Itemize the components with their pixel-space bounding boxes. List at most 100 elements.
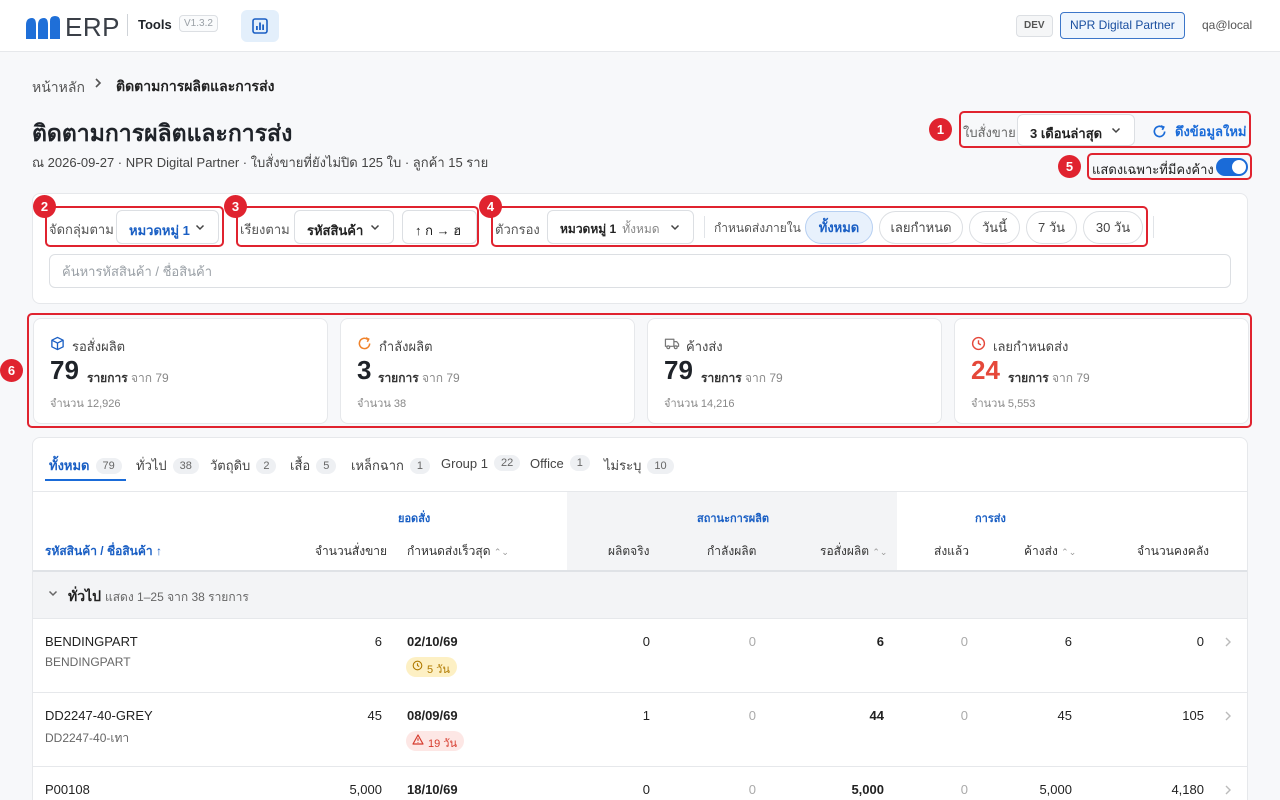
stat-unit-label: รายการ xyxy=(378,371,419,385)
due-chip-7days[interactable]: 7 วัน xyxy=(1026,211,1077,244)
stat-of: จาก 79 xyxy=(745,371,783,385)
product-name: DD2247-40-เทา xyxy=(45,731,130,745)
pending-only-label: แสดงเฉพาะที่มีคงค้าง xyxy=(1092,162,1214,177)
column-header-order-qty: จำนวนสั่งขาย xyxy=(315,544,388,558)
column-label: กำหนดส่งเร็วสุด xyxy=(407,544,491,558)
annotation-marker-1: 1 xyxy=(929,118,952,141)
tab-label: วัตถุดิบ xyxy=(210,458,251,473)
group-by-select[interactable]: หมวดหมู่ 1 xyxy=(116,210,219,244)
product-code: DD2247-40-GREY xyxy=(45,708,153,723)
tab-label: Office xyxy=(530,455,564,471)
sort-icon: ⌃⌄ xyxy=(872,547,888,557)
partner-badge[interactable]: NPR Digital Partner xyxy=(1060,12,1185,39)
tab-label: ทั้งหมด xyxy=(49,458,90,473)
stat-value: 3 xyxy=(357,355,372,385)
in-production: 0 xyxy=(748,782,756,797)
stat-value: 24 xyxy=(971,355,1000,385)
sort-by-select[interactable]: รหัสสินค้า xyxy=(294,210,394,244)
column-header-pending-ship[interactable]: ค้างส่ง ⌃⌄ xyxy=(1024,542,1076,561)
stat-card-overdue[interactable]: เลยกำหนดส่ง 24 รายการ จาก 79 จำนวน 5,553 xyxy=(954,318,1249,424)
breadcrumb-home[interactable]: หน้าหลัก xyxy=(32,77,85,99)
divider xyxy=(704,216,705,238)
tab-label: เสื้อ xyxy=(290,458,311,473)
clock-icon xyxy=(971,336,986,351)
tab-unspecified[interactable]: ไม่ระบุ 10 xyxy=(604,455,674,476)
stat-unit: รายการ จาก 79 xyxy=(87,369,169,388)
group-row[interactable]: ทั่วไป แสดง 1–25 จาก 38 รายการ xyxy=(33,572,1247,619)
order-qty: 5,000 xyxy=(349,782,382,797)
group-by-label: จัดกลุ่มตาม xyxy=(49,222,114,237)
due-within-label: กำหนดส่งภายใน xyxy=(714,221,801,235)
dashboard-button[interactable] xyxy=(241,10,279,42)
tab-all[interactable]: ทั้งหมด 79 xyxy=(49,455,122,476)
tab-count: 79 xyxy=(95,457,122,474)
column-header-produced: ผลิตจริง xyxy=(608,544,650,558)
due-chip-30days[interactable]: 30 วัน xyxy=(1083,211,1143,244)
sales-order-label: ใบสั่งขาย xyxy=(963,125,1016,140)
refresh-icon xyxy=(358,337,371,350)
period-select[interactable]: 3 เดือนล่าสุด xyxy=(1017,114,1135,146)
due-chip-overdue[interactable]: เลยกำหนด xyxy=(879,211,963,244)
user-email[interactable]: qa@local xyxy=(1202,18,1252,32)
stock: 4,180 xyxy=(1171,782,1204,797)
group-by-value: หมวดหมู่ 1 xyxy=(129,223,190,238)
app-name: Tools xyxy=(138,17,172,32)
column-header-to-order[interactable]: รอสั่งผลิต ⌃⌄ xyxy=(820,542,887,561)
tab-label: ทั่วไป xyxy=(136,458,167,473)
due-date: 08/09/69 xyxy=(407,708,458,723)
produced: 0 xyxy=(642,634,650,649)
chevron-down-icon xyxy=(195,224,205,231)
order-qty: 45 xyxy=(367,708,382,723)
tab-count: 5 xyxy=(316,457,337,474)
stat-card-pending-shipment[interactable]: ค้างส่ง 79 รายการ จาก 79 จำนวน 14,216 xyxy=(647,318,942,424)
annotation-marker-5: 5 xyxy=(1058,155,1081,178)
sort-icon: ⌃⌄ xyxy=(493,547,509,557)
stat-unit: รายการ จาก 79 xyxy=(378,369,460,388)
warning-icon xyxy=(412,734,424,745)
product-search-input[interactable] xyxy=(49,254,1231,288)
tab-raw-material[interactable]: วัตถุดิบ 2 xyxy=(210,455,277,476)
product-code: P00108 xyxy=(45,782,90,797)
due-badge: 19 วัน xyxy=(406,731,464,751)
stat-value: 79 xyxy=(50,355,79,385)
chevron-down-icon xyxy=(1111,127,1121,134)
tab-steel-angle[interactable]: เหล็กฉาก 1 xyxy=(351,455,431,476)
stock: 0 xyxy=(1196,634,1204,649)
page-subtitle: ณ 2026-09-27 · NPR Digital Partner · ใบส… xyxy=(32,155,489,170)
column-header-product[interactable]: รหัสสินค้า / ชื่อสินค้า ↑ xyxy=(45,542,162,561)
divider xyxy=(33,766,1247,767)
due-badge-text: 19 วัน xyxy=(428,738,457,750)
due-badge-text: 5 วัน xyxy=(427,664,450,676)
divider xyxy=(1153,216,1154,238)
due-chip-all[interactable]: ทั้งหมด xyxy=(805,211,873,244)
stat-card-waiting-production[interactable]: รอสั่งผลิต 79 รายการ จาก 79 จำนวน 12,926 xyxy=(33,318,328,424)
product-name: BENDINGPART xyxy=(45,655,131,669)
breadcrumb-separator-icon xyxy=(92,76,104,93)
tab-office[interactable]: Office 1 xyxy=(530,455,590,471)
stat-of: จาก 79 xyxy=(422,371,460,385)
stat-card-in-production[interactable]: กำลังผลิต 3 รายการ จาก 79 จำนวน 38 xyxy=(340,318,635,424)
logo-text: ERP xyxy=(65,12,120,42)
erp-logo[interactable]: ERP xyxy=(24,12,120,43)
group-info: แสดง 1–25 จาก 38 รายการ xyxy=(105,590,249,604)
pending-only-toggle[interactable] xyxy=(1216,158,1248,176)
tab-group-1[interactable]: Group 1 22 xyxy=(441,455,521,471)
tab-general[interactable]: ทั่วไป 38 xyxy=(136,455,199,476)
version-badge: V1.3.2 xyxy=(179,15,218,32)
stat-of: จาก 79 xyxy=(1052,371,1090,385)
column-label: ค้างส่ง xyxy=(1024,544,1058,558)
to-order: 44 xyxy=(869,708,884,723)
column-header-earliest-due[interactable]: กำหนดส่งเร็วสุด ⌃⌄ xyxy=(407,542,509,561)
stat-quantity: จำนวน 5,553 xyxy=(971,398,1036,410)
sort-by-value: รหัสสินค้า xyxy=(307,223,364,238)
group-header-shipping: การส่ง xyxy=(975,513,1006,525)
tab-shirts[interactable]: เสื้อ 5 xyxy=(290,455,337,476)
refresh-button[interactable]: ดึงข้อมูลใหม่ xyxy=(1152,121,1247,142)
due-chip-today[interactable]: วันนี้ xyxy=(969,211,1020,244)
stat-title: เลยกำหนดส่ง xyxy=(993,339,1069,354)
sort-direction-button[interactable]: ↑ ก → ฮ xyxy=(402,210,477,244)
tab-count: 1 xyxy=(569,455,590,471)
sort-direction-value: ↑ ก → ฮ xyxy=(415,223,462,238)
filter-select[interactable]: หมวดหมู่ 1 ทั้งหมด xyxy=(547,210,694,244)
chevron-right-icon xyxy=(1225,785,1231,795)
